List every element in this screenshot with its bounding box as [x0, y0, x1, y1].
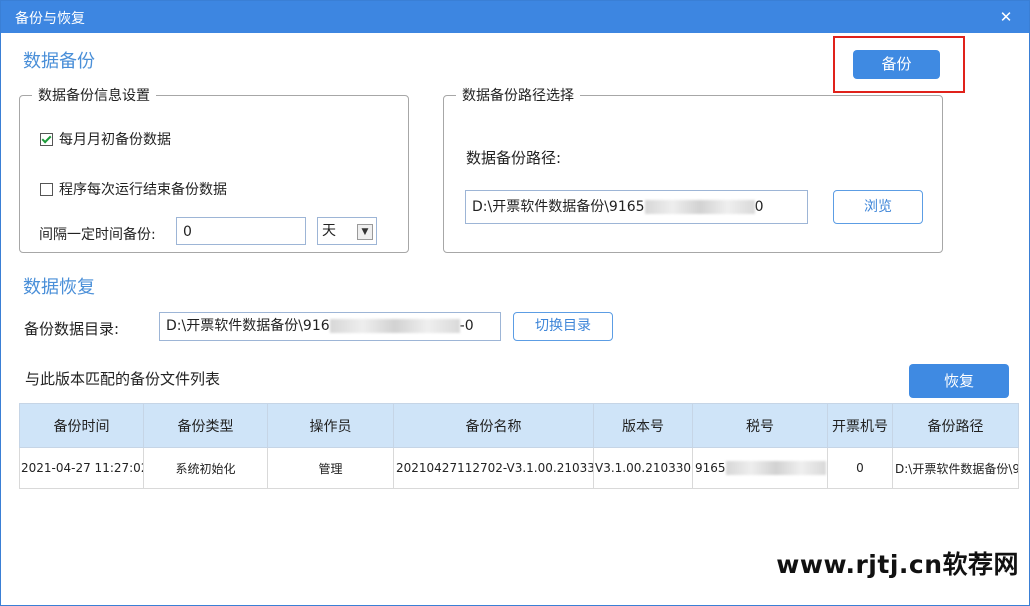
cell-tax-id: 9165	[692, 447, 828, 489]
restore-button[interactable]: 恢复	[909, 364, 1009, 398]
table-row[interactable]: 2021-04-27 11:27:02 系统初始化 管理 20210427112…	[19, 447, 1019, 489]
backup-settings-legend: 数据备份信息设置	[32, 85, 156, 105]
column-header-version[interactable]: 版本号	[593, 403, 693, 448]
backup-path-suffix: 0	[754, 199, 764, 215]
backup-button[interactable]: 备份	[853, 50, 940, 79]
restore-dir-suffix: -0	[459, 318, 474, 334]
restore-dir-prefix: D:\开票软件数据备份\916	[166, 318, 330, 334]
window-title: 备份与恢复	[15, 11, 85, 27]
on-exit-backup-label: 程序每次运行结束备份数据	[59, 182, 227, 198]
redacted-blur	[329, 319, 460, 333]
cell-backup-name: 20210427112702-V3.1.00.210330-F	[393, 447, 594, 489]
restore-section-title: 数据恢复	[23, 277, 95, 298]
cell-backup-path: D:\开票软件数据备份\9	[892, 447, 1019, 489]
backup-settings-group: 数据备份信息设置 每月月初备份数据 程序每次运行结束备份数据 间隔一定时间备份:…	[19, 85, 409, 253]
cell-version: V3.1.00.210330	[593, 447, 693, 489]
switch-directory-button[interactable]: 切换目录	[513, 312, 613, 341]
chevron-down-icon[interactable]: ▼	[357, 224, 373, 240]
backup-path-group: 数据备份路径选择 数据备份路径: D:\开票软件数据备份\9165 0 浏览	[443, 85, 943, 253]
backup-path-prefix: D:\开票软件数据备份\9165	[472, 199, 645, 215]
backup-path-label: 数据备份路径:	[466, 149, 562, 167]
cell-machine-no: 0	[827, 447, 893, 489]
backup-section-title: 数据备份	[23, 51, 95, 72]
monthly-backup-label: 每月月初备份数据	[59, 132, 171, 148]
column-header-tax-id[interactable]: 税号	[692, 403, 828, 448]
restore-dir-label: 备份数据目录:	[24, 320, 120, 338]
checkbox-checked-icon[interactable]	[40, 132, 53, 146]
restore-dir-input[interactable]: D:\开票软件数据备份\916 -0	[159, 312, 501, 341]
interval-input[interactable]: 0	[176, 217, 306, 245]
column-header-backup-path[interactable]: 备份路径	[892, 403, 1019, 448]
backup-restore-window: 备份与恢复 ✕ 数据备份 备份 数据备份信息设置 每月月初备份数据 程序每次运行…	[0, 0, 1030, 606]
column-header-backup-name[interactable]: 备份名称	[393, 403, 594, 448]
interval-unit-select[interactable]: 天 ▼	[317, 217, 377, 245]
column-header-machine-no[interactable]: 开票机号	[827, 403, 893, 448]
backup-file-table: 备份时间 备份类型 操作员 备份名称 版本号 税号 开票机号 备份路径 2021…	[19, 403, 1019, 489]
browse-button[interactable]: 浏览	[833, 190, 923, 224]
cell-operator: 管理	[267, 447, 394, 489]
interval-unit-value: 天	[322, 223, 336, 239]
interval-label: 间隔一定时间备份:	[39, 227, 156, 243]
cell-backup-time: 2021-04-27 11:27:02	[19, 447, 144, 489]
close-icon[interactable]: ✕	[989, 5, 1023, 29]
title-bar: 备份与恢复 ✕	[1, 1, 1029, 33]
checkbox-unchecked-icon[interactable]	[40, 182, 53, 196]
backup-list-label: 与此版本匹配的备份文件列表	[25, 370, 221, 388]
table-header-row: 备份时间 备份类型 操作员 备份名称 版本号 税号 开票机号 备份路径	[19, 403, 1019, 448]
cell-backup-type: 系统初始化	[143, 447, 268, 489]
redacted-blur	[644, 200, 755, 214]
redacted-blur	[725, 461, 826, 476]
monthly-backup-checkbox[interactable]: 每月月初备份数据	[40, 129, 171, 149]
on-exit-backup-checkbox[interactable]: 程序每次运行结束备份数据	[40, 179, 227, 199]
column-header-backup-time[interactable]: 备份时间	[19, 403, 144, 448]
backup-path-input[interactable]: D:\开票软件数据备份\9165 0	[465, 190, 808, 224]
column-header-operator[interactable]: 操作员	[267, 403, 394, 448]
backup-path-legend: 数据备份路径选择	[456, 85, 580, 105]
watermark-text: www.rjtj.cn软荐网	[776, 550, 1019, 579]
column-header-backup-type[interactable]: 备份类型	[143, 403, 268, 448]
tax-id-prefix: 9165	[695, 460, 726, 475]
